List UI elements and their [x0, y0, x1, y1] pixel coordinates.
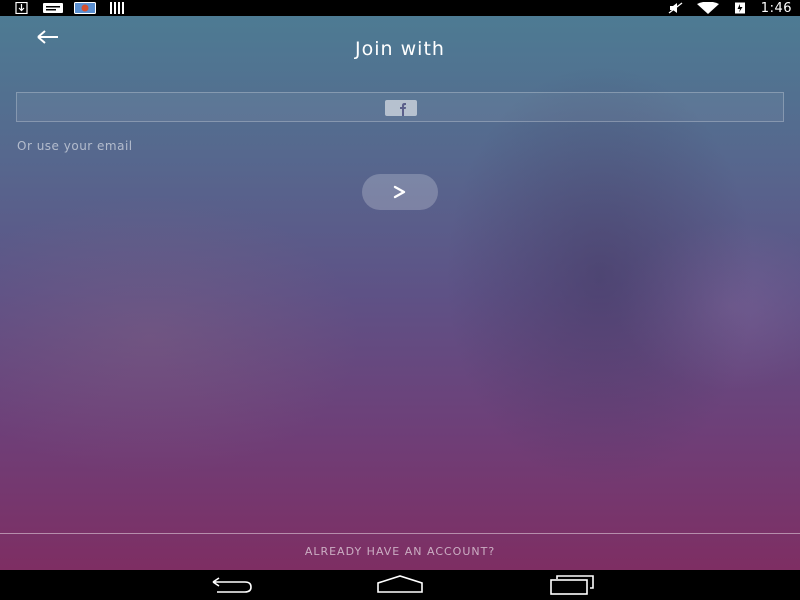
photo-icon [74, 2, 96, 14]
recents-nav-icon[interactable] [547, 574, 597, 596]
chevron-right-icon [393, 185, 406, 199]
already-have-account-link[interactable]: ALREADY HAVE AN ACCOUNT? [0, 545, 800, 558]
status-clock: 1:46 [760, 0, 792, 16]
status-bar: 1:46 [0, 0, 800, 16]
email-option-label: Or use your email [17, 139, 133, 153]
home-nav-icon[interactable] [375, 574, 425, 596]
barcode-icon [110, 2, 124, 14]
message-icon [43, 3, 63, 13]
facebook-icon [385, 100, 417, 116]
wifi-icon [696, 2, 719, 14]
facebook-login-button[interactable] [16, 92, 784, 122]
system-nav-bar [0, 570, 800, 600]
battery-icon [734, 2, 745, 14]
status-icons-left [10, 2, 128, 14]
back-nav-icon[interactable] [205, 574, 255, 596]
email-next-button[interactable] [362, 174, 438, 210]
download-icon [15, 2, 28, 14]
status-icons-right: 1:46 [665, 0, 792, 16]
join-screen: Join with Or use your email ALREADY HAVE… [0, 16, 800, 570]
mute-icon [668, 2, 683, 14]
page-title: Join with [355, 38, 445, 60]
footer-divider [0, 533, 800, 534]
